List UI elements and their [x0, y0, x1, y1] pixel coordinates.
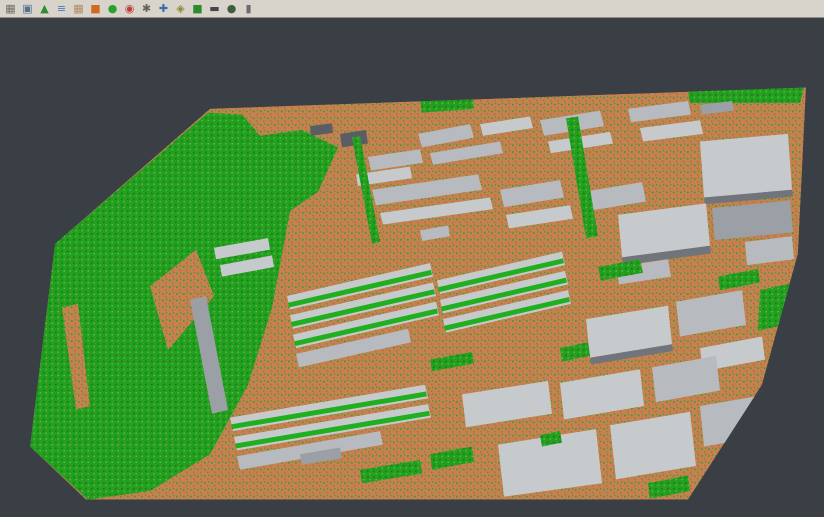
histogram-icon[interactable]: ▮	[241, 1, 256, 16]
vegetation-patch	[758, 282, 795, 330]
contour-icon[interactable]: ≡	[54, 1, 69, 16]
settings-icon[interactable]: ✱	[139, 1, 154, 16]
mesh-icon[interactable]: ▦	[71, 1, 86, 16]
vegetation-patch	[688, 87, 804, 102]
terrain-model	[30, 87, 806, 499]
ortho-icon[interactable]: ■	[88, 1, 103, 16]
classification-icon[interactable]: ◉	[122, 1, 137, 16]
crop-icon[interactable]: ◈	[173, 1, 188, 16]
cube-icon[interactable]: ■	[190, 1, 205, 16]
globe-icon[interactable]: ●	[105, 1, 120, 16]
application-window: ▦▣▲≡▦■●◉✱✚◈■▬●▮	[0, 0, 824, 517]
open-icon[interactable]: ▦	[3, 1, 18, 16]
sphere-icon[interactable]: ●	[224, 1, 239, 16]
measure-icon[interactable]: ✚	[156, 1, 171, 16]
building-roof	[700, 134, 792, 198]
toolbar: ▦▣▲≡▦■●◉✱✚◈■▬●▮	[0, 0, 824, 18]
point-cloud-scene[interactable]	[0, 18, 824, 517]
print-icon[interactable]: ▬	[207, 1, 222, 16]
toolbar-icons: ▦▣▲≡▦■●◉✱✚◈■▬●▮	[0, 1, 256, 16]
viewport-3d[interactable]	[0, 18, 824, 517]
terrain-icon[interactable]: ▲	[37, 1, 52, 16]
save-icon[interactable]: ▣	[20, 1, 35, 16]
